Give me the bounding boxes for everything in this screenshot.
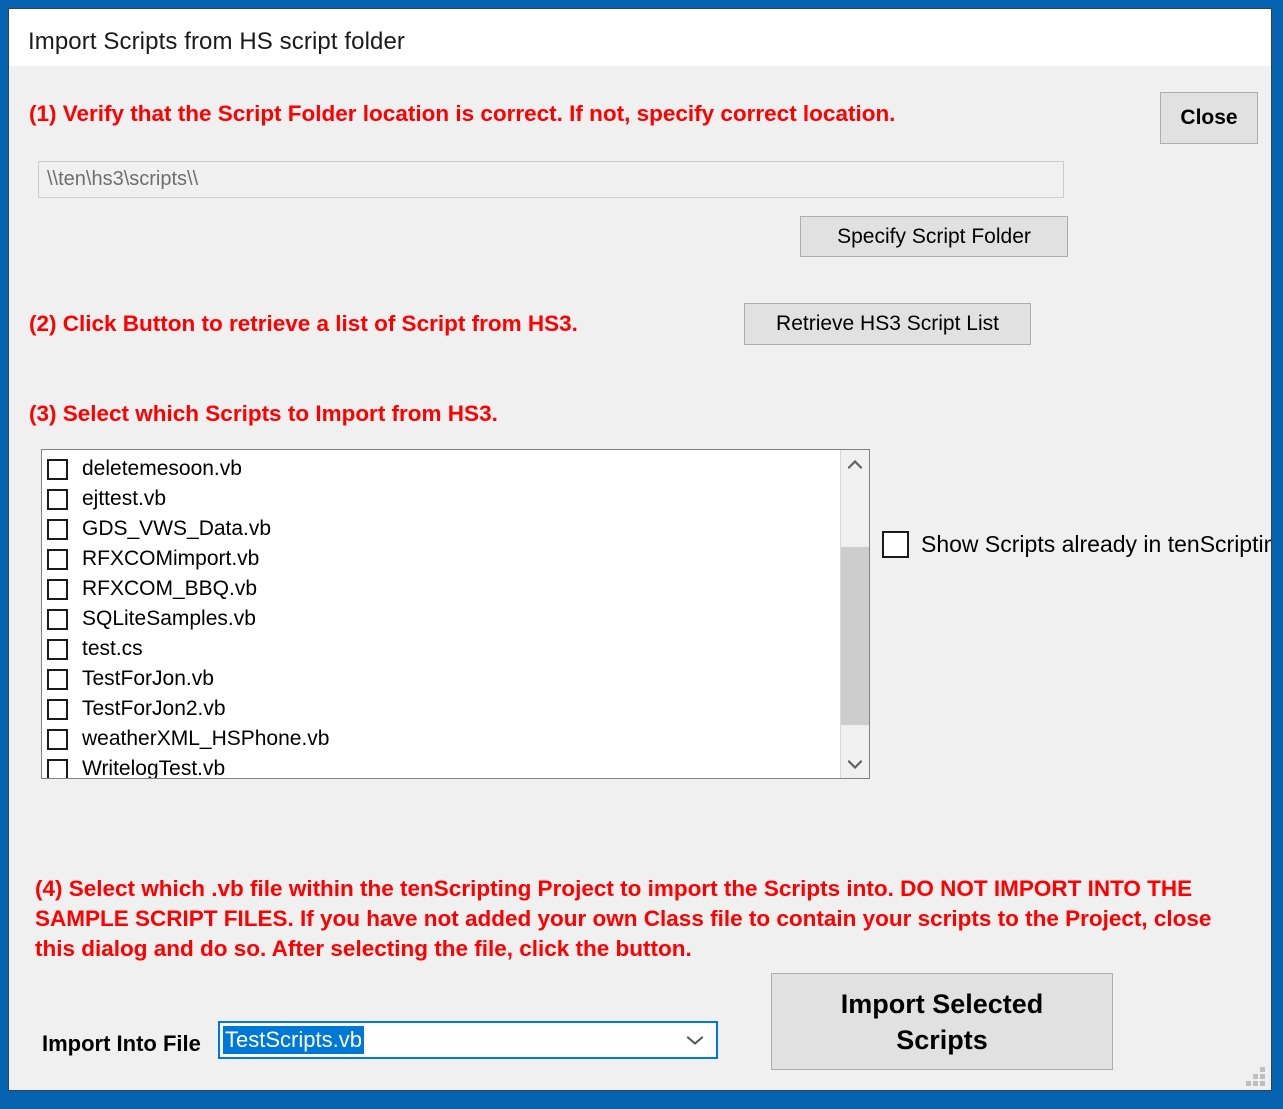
specify-script-folder-button[interactable]: Specify Script Folder: [800, 216, 1068, 257]
script-checkbox[interactable]: [47, 548, 68, 570]
scroll-down-arrow-icon[interactable]: [841, 749, 869, 778]
script-name-label: TestForJon.vb: [82, 667, 214, 690]
step-2-instruction: (2) Click Button to retrieve a list of S…: [29, 311, 578, 336]
script-checkbox[interactable]: [47, 758, 68, 778]
script-list-scrollbar[interactable]: [840, 450, 869, 778]
script-name-label: weatherXML_HSPhone.vb: [82, 727, 330, 750]
step-3-instruction: (3) Select which Scripts to Import from …: [29, 401, 498, 426]
script-name-label: ejttest.vb: [82, 487, 167, 510]
import-selected-scripts-line-2: Scripts: [896, 1024, 988, 1055]
show-existing-scripts-checkbox[interactable]: [882, 531, 909, 558]
list-item[interactable]: SQLiteSamples.vb: [47, 604, 857, 634]
show-existing-scripts-label: Show Scripts already in tenScripting: [921, 531, 1272, 557]
import-selected-scripts-line-1: Import Selected: [840, 988, 1044, 1019]
list-item[interactable]: deletemesoon.vb: [47, 454, 857, 484]
script-name-label: WritelogTest.vb: [82, 757, 226, 779]
dialog-client-area: (1) Verify that the Script Folder locati…: [9, 66, 1272, 1090]
script-checkbox[interactable]: [47, 458, 68, 480]
script-checkbox[interactable]: [47, 518, 68, 540]
script-checkbox[interactable]: [47, 728, 68, 750]
import-selected-scripts-button[interactable]: Import Selected Scripts: [771, 973, 1113, 1070]
script-folder-input[interactable]: [38, 161, 1064, 198]
script-checkbox[interactable]: [47, 488, 68, 510]
dialog-window: Import Scripts from HS script folder (1)…: [0, 0, 1283, 1109]
list-item[interactable]: TestForJon2.vb: [47, 694, 857, 724]
script-name-label: RFXCOM_BBQ.vb: [82, 577, 258, 600]
script-name-label: test.cs: [82, 637, 143, 660]
script-list-items: deletemesoon.vb ejttest.vb GDS_VWS_Data.vb…: [42, 450, 857, 779]
script-name-label: TestForJon2.vb: [82, 697, 226, 720]
chevron-down-icon[interactable]: [684, 1023, 706, 1057]
retrieve-hs3-script-list-button[interactable]: Retrieve HS3 Script List: [744, 303, 1031, 345]
list-item[interactable]: ejttest.vb: [47, 484, 857, 514]
scrollbar-thumb[interactable]: [841, 547, 869, 725]
script-checkbox[interactable]: [47, 638, 68, 660]
title-bar: Import Scripts from HS script folder: [9, 9, 1271, 66]
resize-grip[interactable]: [1246, 1067, 1265, 1086]
list-item[interactable]: RFXCOMimport.vb: [47, 544, 857, 574]
window-title: Import Scripts from HS script folder: [28, 28, 406, 55]
list-item[interactable]: TestForJon.vb: [47, 664, 857, 694]
show-existing-scripts-row[interactable]: Show Scripts already in tenScripting: [882, 531, 1272, 558]
script-name-label: GDS_VWS_Data.vb: [82, 517, 272, 540]
list-item[interactable]: WritelogTest.vb: [47, 754, 857, 779]
script-name-label: RFXCOMimport.vb: [82, 547, 260, 570]
script-checkbox[interactable]: [47, 698, 68, 720]
script-list-box[interactable]: deletemesoon.vb ejttest.vb GDS_VWS_Data.vb…: [41, 449, 870, 779]
list-item[interactable]: GDS_VWS_Data.vb: [47, 514, 857, 544]
script-checkbox[interactable]: [47, 668, 68, 690]
script-checkbox[interactable]: [47, 578, 68, 600]
script-name-label: deletemesoon.vb: [82, 457, 242, 480]
list-item[interactable]: RFXCOM_BBQ.vb: [47, 574, 857, 604]
import-into-file-label: Import Into File: [42, 1031, 201, 1056]
script-checkbox[interactable]: [47, 608, 68, 630]
close-button[interactable]: Close: [1160, 92, 1258, 144]
import-into-file-combobox[interactable]: TestScripts.vb: [218, 1021, 718, 1059]
import-into-file-selected-value: TestScripts.vb: [223, 1026, 364, 1054]
list-item[interactable]: weatherXML_HSPhone.vb: [47, 724, 857, 754]
window-frame: Import Scripts from HS script folder (1)…: [8, 8, 1272, 1091]
scroll-up-arrow-icon[interactable]: [841, 450, 869, 479]
list-item[interactable]: test.cs: [47, 634, 857, 664]
script-name-label: SQLiteSamples.vb: [82, 607, 256, 630]
step-1-instruction: (1) Verify that the Script Folder locati…: [29, 101, 896, 126]
step-4-instruction: (4) Select which .vb file within the ten…: [35, 876, 1212, 961]
